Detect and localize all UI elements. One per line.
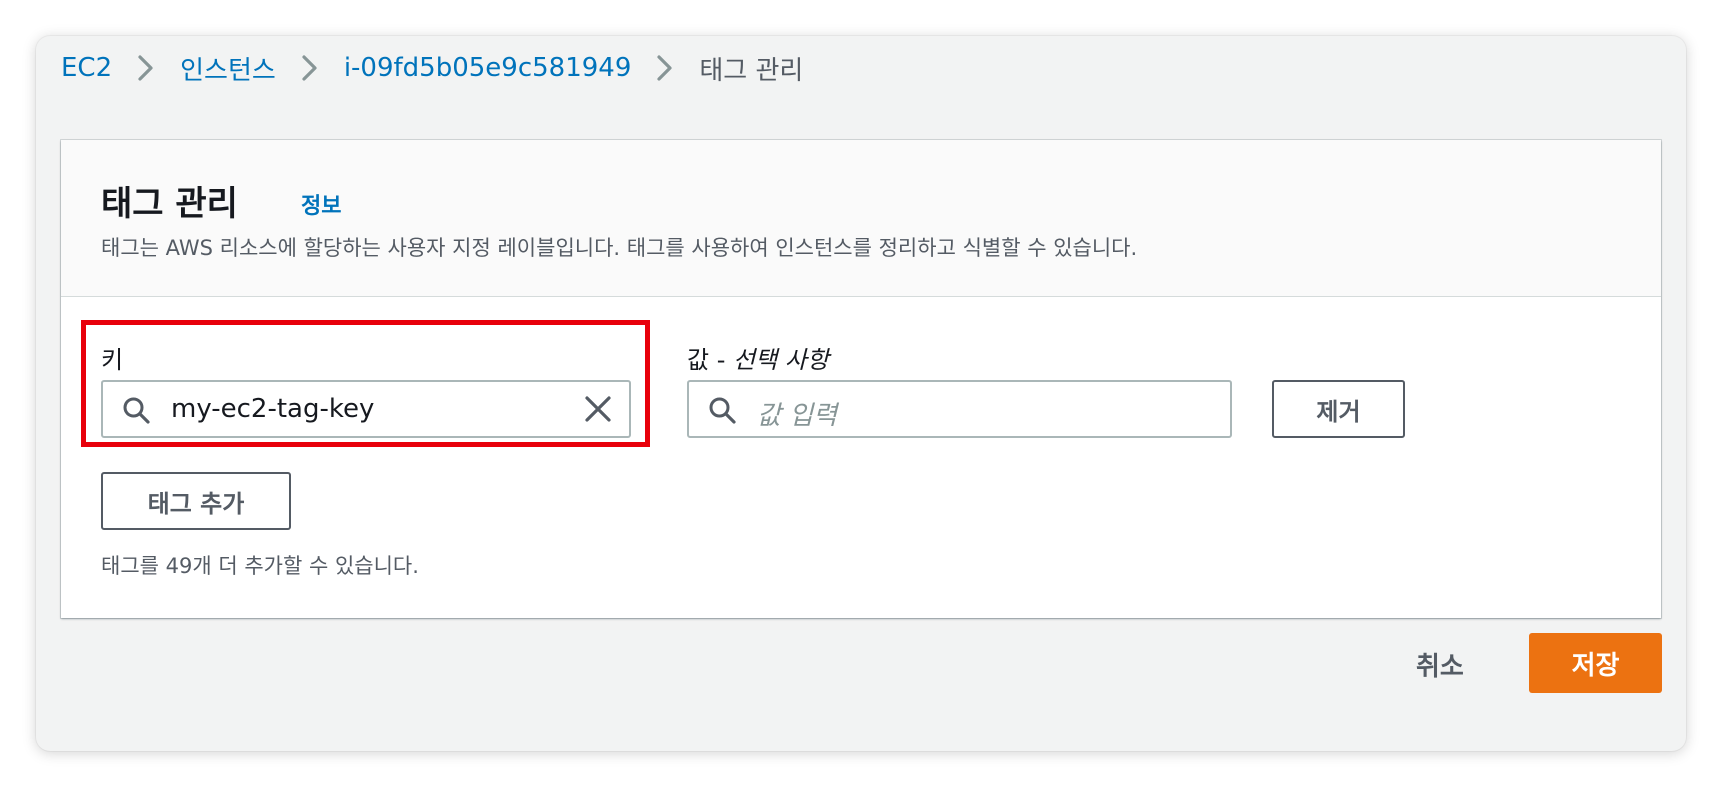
panel-title: 태그 관리: [101, 184, 238, 224]
chevron-right-icon: [657, 55, 672, 81]
value-input-placeholder: 값 입력: [757, 401, 838, 431]
info-link[interactable]: 정보: [301, 188, 341, 220]
value-input[interactable]: 값 입력: [687, 380, 1232, 438]
key-input-value: my-ec2-tag-key: [171, 394, 375, 424]
search-icon: [709, 397, 736, 424]
cancel-button[interactable]: 취소: [1416, 646, 1464, 683]
manage-tags-panel: 태그 관리 정보 태그는 AWS 리소스에 할당하는 사용자 지정 레이블입니다…: [61, 140, 1661, 618]
breadcrumb: EC2 인스턴스 i-09fd5b05e9c581949 태그 관리: [61, 48, 803, 88]
chevron-right-icon: [302, 55, 317, 81]
key-label: 키: [101, 346, 124, 374]
value-label-text: 값 -: [687, 346, 733, 374]
add-tag-button[interactable]: 태그 추가: [101, 472, 291, 530]
value-label: 값 - 선택 사항: [687, 340, 829, 375]
save-button[interactable]: 저장: [1529, 633, 1662, 693]
remove-tag-button[interactable]: 제거: [1272, 380, 1405, 438]
panel-header: 태그 관리 정보 태그는 AWS 리소스에 할당하는 사용자 지정 레이블입니다…: [61, 140, 1661, 297]
breadcrumb-item-ec2[interactable]: EC2: [61, 53, 112, 83]
breadcrumb-item-instance-id[interactable]: i-09fd5b05e9c581949: [344, 53, 632, 83]
search-icon: [123, 397, 150, 424]
app-window: EC2 인스턴스 i-09fd5b05e9c581949 태그 관리 태그 관리…: [36, 36, 1686, 751]
key-input[interactable]: my-ec2-tag-key: [101, 380, 631, 438]
panel-description: 태그는 AWS 리소스에 할당하는 사용자 지정 레이블입니다. 태그를 사용하…: [101, 236, 1138, 260]
breadcrumb-item-instances[interactable]: 인스턴스: [180, 50, 276, 87]
breadcrumb-current: 태그 관리: [699, 55, 804, 86]
chevron-right-icon: [138, 55, 153, 81]
remaining-tags-hint: 태그를 49개 더 추가할 수 있습니다.: [101, 554, 419, 578]
value-label-optional: 선택 사항: [733, 346, 829, 374]
close-icon[interactable]: [583, 394, 613, 424]
